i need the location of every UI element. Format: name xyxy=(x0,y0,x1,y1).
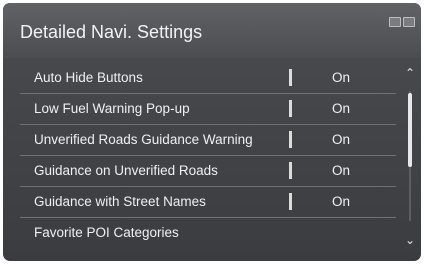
setting-label: Low Fuel Warning Pop-up xyxy=(34,101,190,116)
setting-indicator xyxy=(289,131,292,148)
setting-row-low-fuel-warning[interactable]: Low Fuel Warning Pop-up On xyxy=(20,93,396,124)
page-title: Detailed Navi. Settings xyxy=(20,22,203,42)
setting-value: On xyxy=(332,132,351,147)
setting-value: On xyxy=(332,194,351,209)
setting-value: On xyxy=(332,163,351,178)
setting-row-guidance-unverified-roads[interactable]: Guidance on Unverified Roads On xyxy=(20,155,396,186)
scroll-thumb[interactable] xyxy=(408,93,412,167)
setting-row-auto-hide-buttons[interactable]: Auto Hide Buttons On xyxy=(20,63,396,93)
setting-value: On xyxy=(332,70,351,85)
setting-row-favorite-poi-categories[interactable]: Favorite POI Categories xyxy=(20,217,396,248)
scrollbar[interactable]: ⌃ ⌄ xyxy=(401,63,419,253)
setting-indicator xyxy=(289,193,292,210)
status-icons xyxy=(389,17,415,27)
header-bar: Detailed Navi. Settings xyxy=(3,3,421,58)
setting-row-unverified-roads-warning[interactable]: Unverified Roads Guidance Warning On xyxy=(20,124,396,155)
navi-screen: Detailed Navi. Settings Auto Hide Button… xyxy=(3,3,421,261)
setting-indicator xyxy=(289,162,292,179)
setting-label: Favorite POI Categories xyxy=(34,225,179,240)
phone-status-icon xyxy=(389,17,401,27)
setting-label: Guidance with Street Names xyxy=(34,194,206,209)
setting-label: Auto Hide Buttons xyxy=(34,70,143,85)
setting-value: On xyxy=(332,101,351,116)
settings-list: Auto Hide Buttons On Low Fuel Warning Po… xyxy=(20,63,396,248)
setting-indicator xyxy=(289,100,292,117)
setting-row-guidance-street-names[interactable]: Guidance with Street Names On xyxy=(20,186,396,217)
setting-indicator xyxy=(289,69,292,86)
signal-status-icon xyxy=(403,17,415,27)
setting-label: Unverified Roads Guidance Warning xyxy=(34,132,253,147)
chevron-up-icon[interactable]: ⌃ xyxy=(403,67,417,79)
chevron-down-icon[interactable]: ⌄ xyxy=(403,234,417,246)
setting-label: Guidance on Unverified Roads xyxy=(34,163,218,178)
